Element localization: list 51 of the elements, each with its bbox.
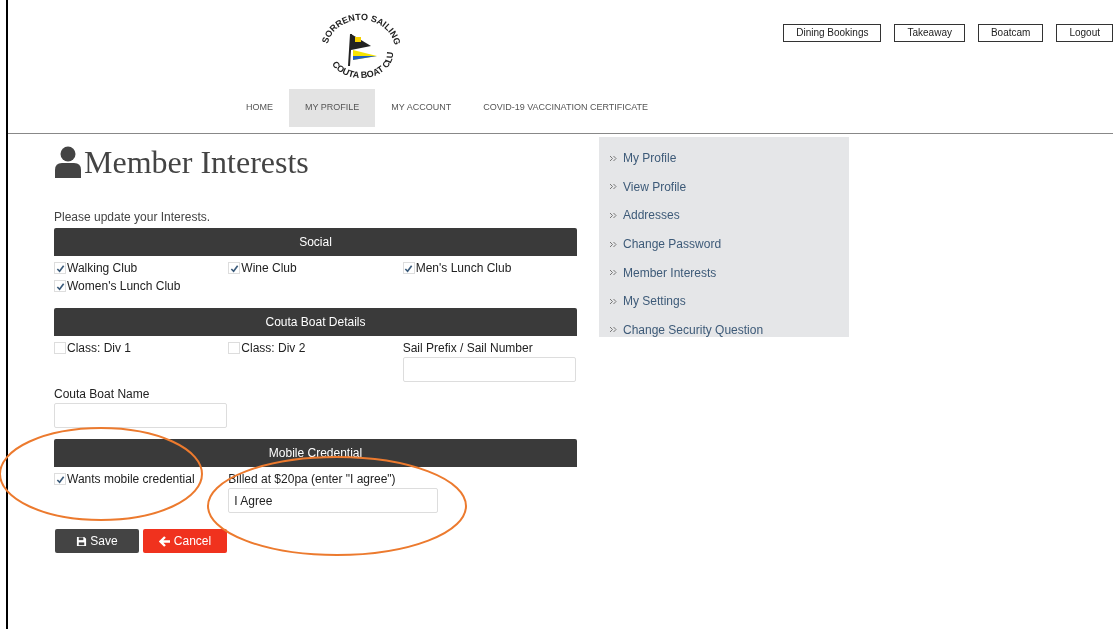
input-field[interactable] <box>54 403 227 428</box>
double-chevron-icon <box>609 212 617 219</box>
nav-tab[interactable]: HOME <box>230 89 289 127</box>
page-title: Member Interests <box>84 146 309 178</box>
checkbox-label: Women's Lunch Club <box>67 278 181 295</box>
checkbox[interactable] <box>228 262 241 274</box>
field-label: Billed at $20pa (enter "I agree") <box>228 471 397 488</box>
sidebar-link[interactable]: View Profile <box>609 172 849 202</box>
input-field[interactable]: I Agree <box>228 488 439 513</box>
checkbox[interactable] <box>402 262 415 274</box>
sidebar-link[interactable]: Addresses <box>609 201 849 230</box>
header-link-button[interactable]: Dining Bookings <box>783 24 882 42</box>
double-chevron-icon <box>609 183 617 191</box>
checkbox-label: Men's Lunch Club <box>415 260 512 277</box>
double-chevron-icon <box>609 269 617 277</box>
arrow-left-icon <box>158 535 171 547</box>
checkbox-label: Class: Div 2 <box>241 340 306 357</box>
double-chevron-icon <box>609 240 617 248</box>
section-header: Social <box>54 228 577 256</box>
sidebar-link[interactable]: Change Security Question <box>609 315 849 345</box>
cancel-button[interactable]: Cancel <box>143 529 227 553</box>
checkbox-label: Wine Club <box>241 260 297 277</box>
section-header: Couta Boat Details <box>54 308 577 336</box>
nav-tab[interactable]: MY ACCOUNT <box>375 89 468 127</box>
save-button[interactable]: Save <box>55 529 139 553</box>
sidebar-link[interactable]: Member Interests <box>609 258 849 287</box>
field-label: Couta Boat Name <box>54 386 151 403</box>
checkbox-label: Class: Div 1 <box>67 340 131 357</box>
double-chevron-icon <box>609 297 617 305</box>
double-chevron-icon <box>609 326 617 334</box>
checkbox[interactable] <box>54 473 66 485</box>
user-icon <box>54 146 82 178</box>
header-link-button[interactable]: Boatcam <box>977 24 1044 42</box>
checkbox[interactable] <box>54 262 66 274</box>
sidebar-link[interactable]: My Settings <box>609 286 849 316</box>
sidebar-link[interactable]: My Profile <box>609 144 849 173</box>
header-link-button[interactable]: Takeaway <box>894 24 965 42</box>
checkbox[interactable] <box>54 342 66 354</box>
checkbox[interactable] <box>228 342 241 354</box>
input-field[interactable] <box>402 357 576 382</box>
section-header: Mobile Credential <box>54 439 577 467</box>
sidebar-link[interactable]: Change Password <box>609 229 849 259</box>
nav-tab[interactable]: COVID-19 VACCINATION CERTIFICATE <box>467 89 665 127</box>
field-label: Sail Prefix / Sail Number <box>402 340 534 357</box>
checkbox-label: Wants mobile credential <box>67 471 195 488</box>
checkbox-label: Walking Club <box>67 260 138 277</box>
nav-tab[interactable]: MY PROFILE <box>289 89 376 127</box>
double-chevron-icon <box>609 154 617 162</box>
intro-text: Please update your Interests. <box>54 209 212 226</box>
header-link-button[interactable]: Logout <box>1056 24 1113 42</box>
checkbox[interactable] <box>54 280 66 292</box>
